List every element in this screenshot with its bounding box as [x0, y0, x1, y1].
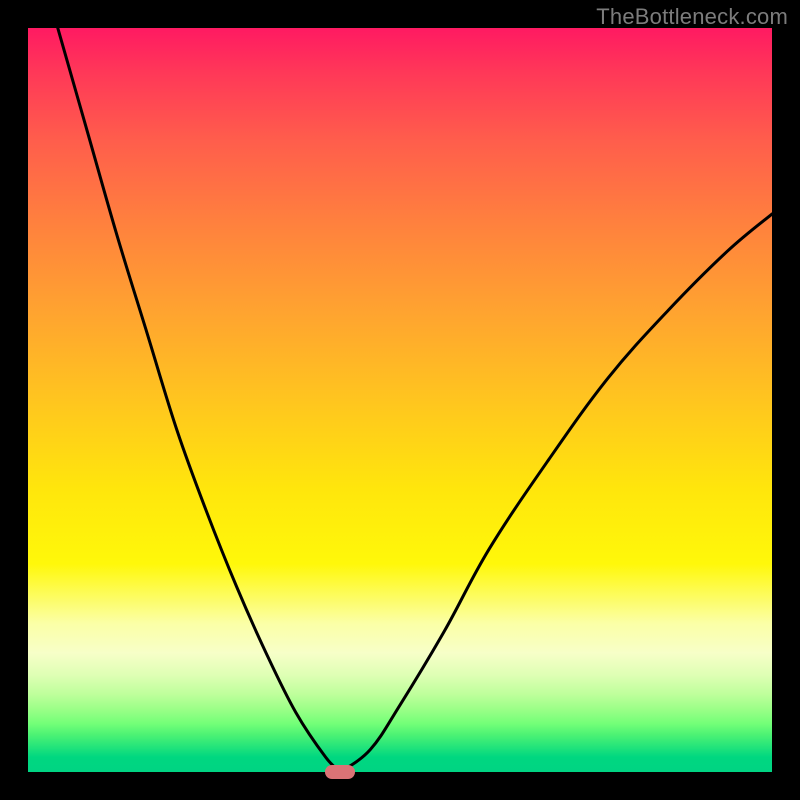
watermark-text: TheBottleneck.com: [596, 4, 788, 30]
bottleneck-curve: [28, 28, 772, 772]
plot-area: [28, 28, 772, 772]
figure-root: TheBottleneck.com: [0, 0, 800, 800]
optimum-marker: [325, 765, 355, 779]
